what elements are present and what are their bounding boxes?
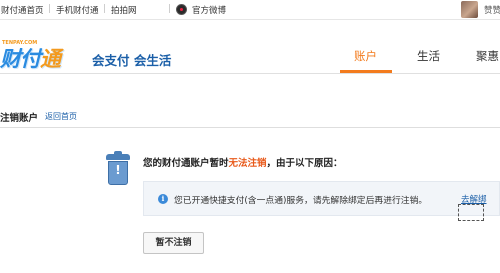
- logo-brand-b: 通: [40, 47, 61, 71]
- top-bar: 财付通首页 | 手机财付通 | 拍拍网 | 官方微博 赞赞: [0, 0, 500, 20]
- reason-prefix: 您的财付通账户暂时: [143, 158, 229, 169]
- tab-deals[interactable]: 聚惠: [476, 48, 499, 64]
- logo-slogan: 会支付 会生活: [92, 53, 172, 68]
- focus-outline: [458, 204, 484, 221]
- trash-lid: [106, 151, 130, 160]
- tab-life[interactable]: 生活: [417, 48, 440, 64]
- trash-icon: !: [105, 151, 131, 186]
- reason-highlight: 无法注销: [228, 158, 267, 169]
- topbar-separator: |: [168, 4, 171, 14]
- title-divider: [0, 127, 500, 128]
- tenpay-logo[interactable]: TENPAY.COM 财付通 会支付 会生活: [0, 38, 190, 74]
- info-text: 您已开通快捷支付(含一点通)服务，请先解除绑定后再进行注销。: [174, 196, 428, 206]
- not-now-button[interactable]: 暂不注销: [143, 232, 204, 254]
- logo-brand: 财付通: [0, 43, 61, 73]
- exclamation-mark: !: [115, 163, 121, 177]
- topbar-link-home[interactable]: 财付通首页: [1, 4, 44, 16]
- reason-title: 您的财付通账户暂时无法注销，由于以下原因：: [143, 155, 343, 169]
- topbar-link-paipai[interactable]: 拍拍网: [111, 4, 137, 16]
- user-name[interactable]: 赞赞: [484, 4, 500, 16]
- header-divider: [0, 73, 500, 74]
- topbar-separator: |: [103, 4, 106, 14]
- topbar-separator: |: [48, 4, 51, 14]
- page-title: 注销账户: [0, 113, 39, 124]
- weibo-icon[interactable]: [176, 4, 187, 15]
- reason-suffix: ，由于以下原因：: [266, 158, 343, 169]
- info-icon: i: [158, 194, 168, 204]
- topbar-link-weibo[interactable]: 官方微博: [192, 4, 226, 16]
- info-box: i 您已开通快捷支付(含一点通)服务，请先解除绑定后再进行注销。 去解绑: [143, 181, 500, 221]
- tab-account[interactable]: 账户: [354, 48, 377, 64]
- back-home-link[interactable]: 返回首页: [45, 111, 77, 122]
- topbar-link-mobile[interactable]: 手机财付通: [56, 4, 99, 16]
- avatar[interactable]: [461, 1, 478, 18]
- logo-brand-a: 财付: [0, 47, 41, 71]
